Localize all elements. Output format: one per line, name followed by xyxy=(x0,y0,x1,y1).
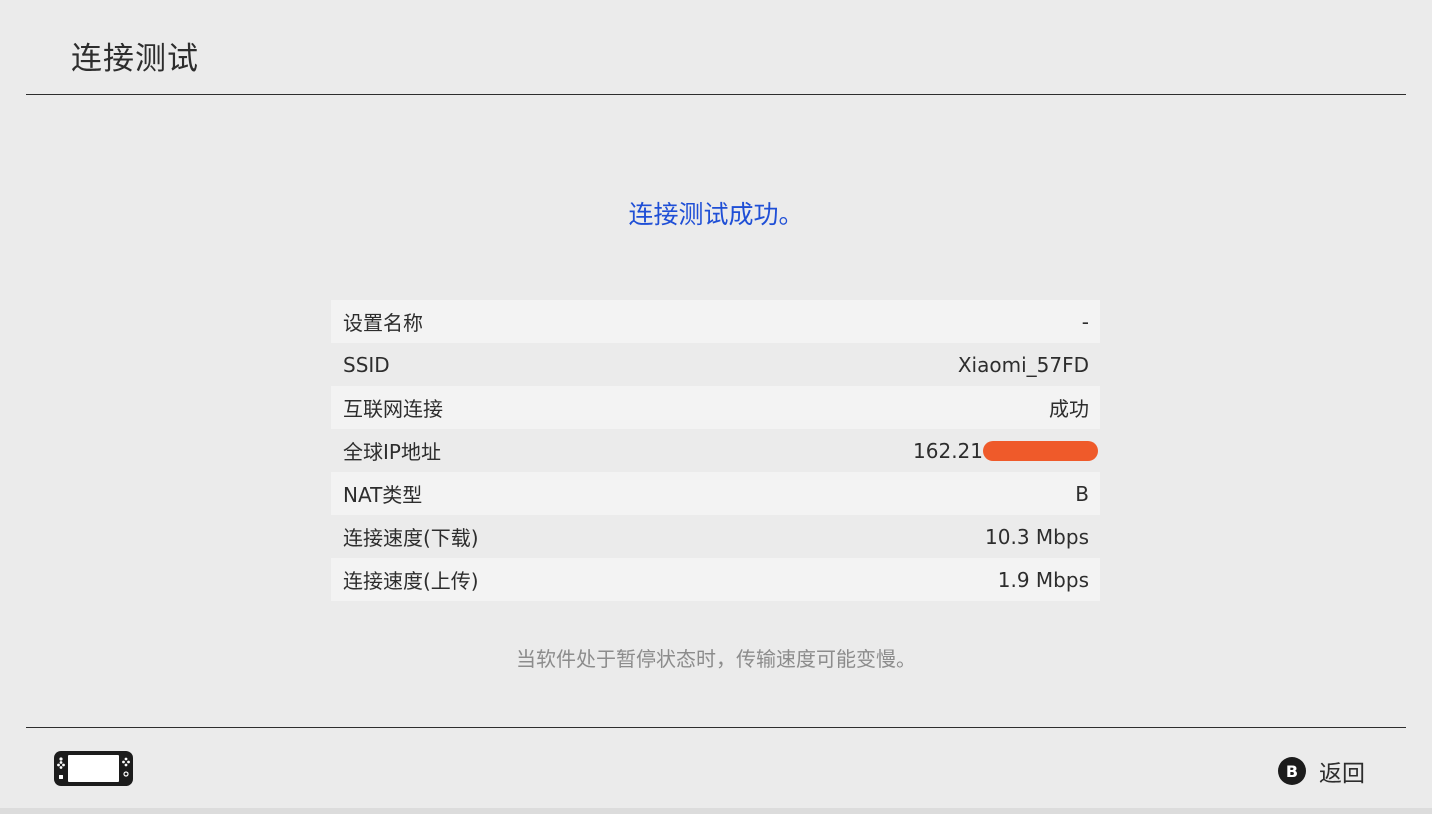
bottom-edge-strip xyxy=(0,808,1432,814)
speed-footnote: 当软件处于暂停状态时，传输速度可能变慢。 xyxy=(516,647,916,671)
info-row-label: 全球IP地址 xyxy=(343,440,441,464)
handheld-console-icon xyxy=(54,751,133,786)
download-speed-value: 10.3 Mbps xyxy=(985,524,1089,549)
info-row-ssid: SSID Xiaomi_57FD xyxy=(331,343,1100,386)
b-button-icon: B xyxy=(1278,757,1306,785)
info-row-value: - xyxy=(1082,310,1089,334)
info-row-download-speed: 连接速度(下载) 10.3 Mbps xyxy=(331,515,1100,558)
settings-name-value: - xyxy=(1081,309,1089,334)
back-button-label: 返回 xyxy=(1319,761,1365,787)
ip-redaction-mark xyxy=(983,440,1098,461)
info-row-label: 连接速度(下载) xyxy=(343,526,479,550)
info-row-label: NAT类型 xyxy=(343,483,423,507)
info-row-value: 1.9 Mbps xyxy=(998,568,1089,592)
connection-result-message: 连接测试成功。 xyxy=(628,200,804,229)
info-row-internet-connection: 互联网连接 成功 xyxy=(331,386,1100,429)
footer-divider xyxy=(26,727,1406,728)
info-row-label: 互联网连接 xyxy=(343,397,443,421)
upload-speed-value: 1.9 Mbps xyxy=(997,567,1089,592)
global-ip-value: 162.21 xyxy=(913,438,983,463)
info-row-upload-speed: 连接速度(上传) 1.9 Mbps xyxy=(331,558,1100,601)
header-divider xyxy=(26,94,1406,95)
info-row-nat-type: NAT类型 B xyxy=(331,472,1100,515)
info-row-value: 成功 xyxy=(1049,393,1089,422)
info-row-settings-name: 设置名称 - xyxy=(331,300,1100,343)
info-row-value: 162.21 xyxy=(913,438,1098,463)
connection-info-table: 设置名称 - SSID Xiaomi_57FD 互联网连接 成功 全球IP地址 … xyxy=(331,300,1100,601)
back-button[interactable]: B 返回 xyxy=(1278,754,1365,788)
nat-type-value: B xyxy=(1075,481,1089,506)
info-row-label: SSID xyxy=(343,352,390,377)
info-row-value: Xiaomi_57FD xyxy=(958,353,1089,377)
info-row-value: 10.3 Mbps xyxy=(985,525,1089,549)
internet-connection-value: 成功 xyxy=(1049,397,1089,421)
info-row-global-ip: 全球IP地址 162.21 xyxy=(331,429,1100,472)
ssid-value: Xiaomi_57FD xyxy=(957,352,1089,377)
info-row-value: B xyxy=(1075,482,1089,506)
info-row-label: 设置名称 xyxy=(343,311,423,335)
info-row-label: 连接速度(上传) xyxy=(343,569,479,593)
page-title: 连接测试 xyxy=(71,41,199,77)
